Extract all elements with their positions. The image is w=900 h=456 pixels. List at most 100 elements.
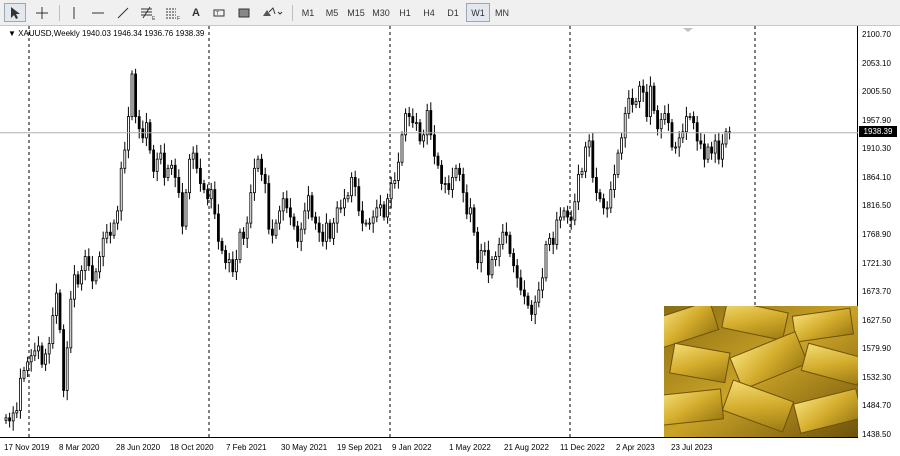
candle	[69, 290, 73, 354]
candle	[501, 223, 505, 250]
candle	[393, 172, 397, 189]
label-icon[interactable]: T	[209, 3, 229, 22]
candle	[15, 402, 19, 419]
candle	[627, 90, 631, 119]
candle	[623, 106, 627, 148]
candle	[638, 80, 641, 109]
horizontal-line-icon[interactable]	[87, 3, 109, 22]
candle	[371, 210, 375, 233]
candle	[166, 164, 170, 182]
candle	[58, 289, 62, 334]
candle	[450, 167, 454, 198]
candle	[559, 207, 562, 229]
candle	[202, 179, 206, 194]
text-icon[interactable]: A	[186, 3, 206, 22]
timeframe-m15[interactable]: M15	[344, 3, 368, 22]
candle	[587, 134, 591, 157]
candle	[263, 167, 267, 194]
candle	[270, 219, 274, 244]
cursor-arrow-icon[interactable]	[4, 3, 26, 22]
fibonacci-icon[interactable]: E	[137, 3, 159, 22]
candle	[566, 205, 569, 224]
candle	[278, 205, 282, 230]
candle	[155, 152, 159, 182]
candle	[130, 70, 134, 121]
candle	[224, 245, 228, 270]
candle	[314, 211, 318, 230]
candle	[472, 204, 476, 236]
candle	[123, 141, 127, 174]
candle	[288, 198, 292, 226]
candle	[649, 76, 652, 125]
candle	[562, 207, 566, 221]
timeframe-m30[interactable]: M30	[369, 3, 393, 22]
candle	[4, 414, 8, 424]
timeframe-d1[interactable]: D1	[441, 3, 465, 22]
candle	[296, 220, 300, 249]
date-tick: 8 Mar 2020	[59, 443, 100, 452]
candle	[321, 223, 325, 247]
candle	[479, 243, 483, 273]
candle	[476, 227, 480, 270]
price-tick: 1816.50	[862, 201, 891, 210]
date-tick: 18 Oct 2020	[170, 443, 214, 452]
candle	[8, 412, 12, 428]
candle	[91, 255, 94, 290]
candle	[454, 164, 458, 182]
candle	[116, 205, 119, 230]
candle	[411, 108, 415, 128]
toolbar-divider	[59, 5, 60, 21]
candle	[533, 295, 537, 325]
candle	[497, 237, 501, 267]
candle	[281, 192, 285, 221]
candle	[195, 144, 199, 174]
timeframe-m1[interactable]: M1	[296, 3, 320, 22]
channel-icon[interactable]: F	[162, 3, 184, 22]
candle	[209, 182, 213, 209]
trendline-icon[interactable]	[112, 3, 134, 22]
candle	[631, 88, 634, 113]
candle	[620, 132, 623, 160]
shapes-icon[interactable]	[258, 3, 286, 22]
candle	[191, 146, 195, 169]
candle	[357, 178, 361, 217]
timeframe-m5[interactable]: M5	[320, 3, 344, 22]
candle	[685, 106, 688, 141]
candle	[33, 342, 37, 361]
candle	[577, 164, 580, 211]
candle	[339, 199, 343, 214]
candle	[206, 184, 210, 206]
crosshair-icon[interactable]	[30, 3, 54, 22]
candle	[382, 201, 386, 221]
candle	[432, 125, 436, 165]
candle	[605, 201, 609, 218]
candle	[692, 111, 695, 130]
candle	[94, 268, 98, 285]
candle	[162, 143, 166, 186]
candle	[519, 269, 523, 296]
candle	[674, 141, 677, 154]
candle	[346, 192, 350, 203]
candle	[306, 185, 310, 220]
candle	[468, 198, 472, 223]
timeframe-mn[interactable]: MN	[490, 3, 514, 22]
timeframe-w1[interactable]: W1	[466, 3, 490, 22]
candle	[65, 341, 69, 401]
timeframe-h4[interactable]: H4	[417, 3, 441, 22]
candle	[11, 406, 15, 431]
candle	[105, 223, 109, 244]
candle	[332, 217, 336, 245]
candle	[512, 248, 515, 273]
candle	[245, 216, 249, 249]
candle	[177, 169, 181, 198]
price-tick: 1721.30	[862, 259, 891, 268]
chart-shift-marker[interactable]	[683, 28, 693, 32]
candle	[249, 184, 253, 229]
timeframe-h1[interactable]: H1	[393, 3, 417, 22]
vertical-line-icon[interactable]	[64, 3, 84, 22]
candle	[461, 167, 465, 203]
symbol-dropdown-icon[interactable]: ▼	[8, 29, 16, 38]
rectangle-icon[interactable]	[233, 3, 255, 22]
candle	[681, 123, 685, 144]
candle	[62, 324, 65, 398]
